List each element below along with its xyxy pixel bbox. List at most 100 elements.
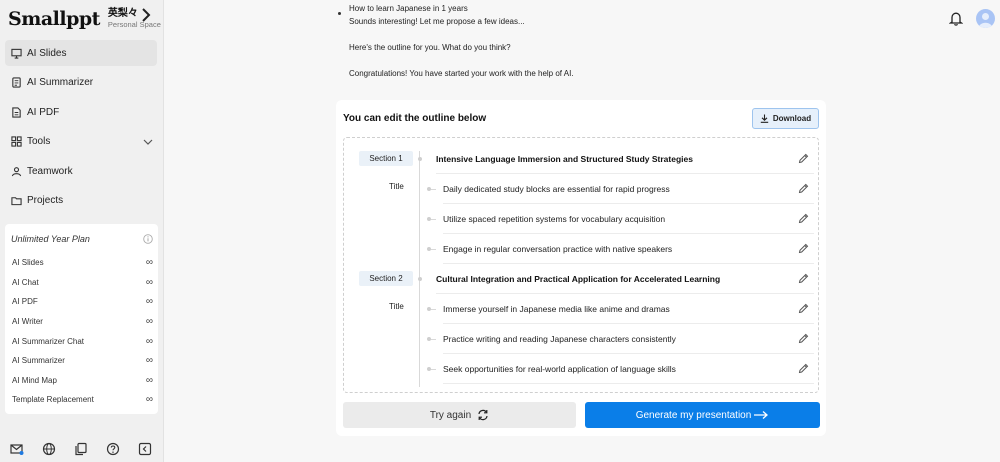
- pencil-icon[interactable]: [798, 273, 809, 284]
- avatar[interactable]: [976, 9, 995, 28]
- bell-icon[interactable]: [948, 11, 964, 26]
- info-icon[interactable]: [143, 234, 153, 244]
- sidebar-item-label: AI Summarizer: [27, 77, 94, 88]
- summarize-icon: [11, 77, 22, 88]
- ai-message: Sounds interesting! Let me propose a few…: [349, 17, 525, 26]
- quota-value: ∞: [145, 394, 153, 406]
- sidebar-nav: AI Slides AI Summarizer AI PDF Tools Tea…: [5, 40, 157, 217]
- pencil-icon[interactable]: [798, 303, 809, 314]
- outline-item-row[interactable]: Utilize spaced repetition systems for vo…: [443, 204, 814, 234]
- plan-quota-list: AI Slides ∞ AI Chat ∞ AI PDF ∞ AI Writer ∞ AI Su…: [5, 253, 158, 410]
- download-button[interactable]: Download: [752, 108, 819, 129]
- sidebar-item-label: Projects: [27, 195, 64, 206]
- refresh-icon: [477, 409, 489, 421]
- pencil-icon[interactable]: [798, 153, 809, 164]
- outline-item-text: Daily dedicated study blocks are essenti…: [443, 183, 670, 194]
- quota-label: AI PDF: [12, 297, 38, 307]
- outline-item-row[interactable]: Seek opportunities for real-world applic…: [443, 354, 814, 384]
- presentation-icon: [11, 48, 22, 59]
- sidebar-item-ai-summarizer[interactable]: AI Summarizer: [5, 70, 157, 96]
- tree-node: [427, 367, 431, 371]
- plan-title: Unlimited Year Plan: [11, 234, 90, 244]
- pencil-icon[interactable]: [798, 363, 809, 374]
- bullet-dot: [338, 12, 341, 15]
- quota-value: ∞: [145, 316, 153, 328]
- section-title-row[interactable]: Cultural Integration and Practical Appli…: [436, 264, 814, 294]
- section-title-row[interactable]: Intensive Language Immersion and Structu…: [436, 144, 814, 174]
- sidebar-item-ai-pdf[interactable]: AI PDF: [5, 99, 157, 125]
- mail-icon[interactable]: [10, 442, 24, 456]
- chevron-down-icon[interactable]: [143, 137, 153, 147]
- outline-item-row[interactable]: Daily dedicated study blocks are essenti…: [443, 174, 814, 204]
- tree-node: [417, 157, 422, 161]
- outline-editor: Section 1 Intensive Language Immersion an…: [343, 137, 819, 393]
- sidebar-item-projects[interactable]: Projects: [5, 188, 157, 214]
- outline-item-row[interactable]: Immerse yourself in Japanese media like …: [443, 294, 814, 324]
- pencil-icon[interactable]: [798, 243, 809, 254]
- quota-value: ∞: [145, 355, 153, 367]
- brand-logo: Smallppt: [8, 8, 100, 30]
- sidebar-footer: [10, 442, 152, 456]
- section-title: Intensive Language Immersion and Structu…: [436, 153, 693, 164]
- outline-item-row[interactable]: Engage in regular conversation practice …: [443, 234, 814, 264]
- copy-icon[interactable]: [74, 442, 88, 456]
- outline-item-row[interactable]: Practice writing and reading Japanese ch…: [443, 324, 814, 354]
- outline-item-text: Practice writing and reading Japanese ch…: [443, 333, 676, 344]
- pencil-icon[interactable]: [798, 183, 809, 194]
- plan-quota-row: AI Mind Map ∞: [5, 371, 158, 391]
- plan-card: Unlimited Year Plan AI Slides ∞ AI Chat ∞ AI…: [5, 224, 158, 414]
- quota-label: AI Writer: [12, 317, 43, 327]
- folder-icon: [11, 195, 22, 206]
- brand[interactable]: Smallppt 英梨々 Personal Space: [8, 8, 161, 30]
- ai-message: Here's the outline for you. What do you …: [349, 43, 511, 52]
- workspace-subtitle: Personal Space: [107, 20, 161, 30]
- chevron-right-icon[interactable]: [140, 8, 152, 22]
- workspace-switcher[interactable]: 英梨々 Personal Space: [108, 8, 161, 29]
- quota-value: ∞: [145, 257, 153, 269]
- plan-quota-row: AI Chat ∞: [5, 273, 158, 293]
- sidebar-item-label: Teamwork: [27, 165, 73, 177]
- team-icon: [11, 166, 22, 177]
- outline-panel: You can edit the outline below Download …: [336, 100, 826, 436]
- plan-quota-row: AI Writer ∞: [5, 312, 158, 332]
- outline-connector: [419, 151, 420, 387]
- sidebar-item-teamwork[interactable]: Teamwork: [5, 158, 157, 184]
- pencil-icon[interactable]: [798, 213, 809, 224]
- outline-heading: You can edit the outline below: [343, 113, 487, 124]
- tree-node: [427, 337, 431, 341]
- quota-label: AI Chat: [12, 277, 39, 287]
- quota-value: ∞: [145, 335, 153, 347]
- sidebar-item-ai-slides[interactable]: AI Slides: [5, 40, 157, 66]
- sidebar-item-tools[interactable]: Tools: [5, 129, 157, 155]
- collapse-sidebar-icon[interactable]: [138, 442, 152, 456]
- plan-quota-row: AI Summarizer ∞: [5, 351, 158, 371]
- generate-presentation-button[interactable]: Generate my presentation: [585, 402, 820, 428]
- title-tag: Title: [389, 182, 404, 191]
- quota-value: ∞: [145, 374, 153, 386]
- globe-icon[interactable]: [42, 442, 56, 456]
- quota-label: Template Replacement: [12, 395, 94, 405]
- pencil-icon[interactable]: [798, 333, 809, 344]
- help-icon[interactable]: [106, 442, 120, 456]
- section-tag: Section 1: [359, 151, 413, 166]
- try-again-button[interactable]: Try again: [343, 402, 576, 428]
- arrow-right-icon: [753, 410, 769, 420]
- tree-node: [427, 247, 431, 251]
- outline-item-text: Seek opportunities for real-world applic…: [443, 363, 676, 374]
- user-message: How to learn Japanese in 1 years: [349, 4, 468, 13]
- outline-item-text: Engage in regular conversation practice …: [443, 243, 673, 254]
- quota-label: AI Summarizer Chat: [12, 336, 85, 346]
- section-tag: Section 2: [359, 271, 413, 286]
- outline-item-text: Utilize spaced repetition systems for vo…: [443, 213, 666, 224]
- section-title: Cultural Integration and Practical Appli…: [436, 273, 721, 284]
- quota-label: AI Mind Map: [12, 375, 57, 385]
- plan-quota-row: AI Summarizer Chat ∞: [5, 331, 158, 351]
- sidebar-item-label: AI Slides: [27, 47, 67, 59]
- quota-label: AI Slides: [12, 258, 44, 268]
- plan-quota-row: AI Slides ∞: [5, 253, 158, 273]
- user-icon: [978, 13, 993, 28]
- pdf-icon: [11, 106, 22, 118]
- outline-item-text: Immerse yourself in Japanese media like …: [443, 303, 670, 314]
- sidebar-item-label: AI PDF: [27, 106, 60, 118]
- generate-label: Generate my presentation: [635, 409, 752, 421]
